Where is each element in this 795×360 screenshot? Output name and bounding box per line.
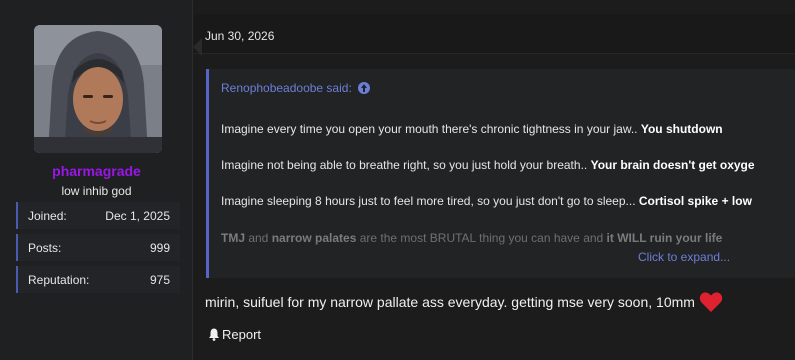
stat-posts: Posts: 999 — [16, 234, 180, 261]
quote-attribution[interactable]: Renophobeadoobe said: — [221, 81, 370, 95]
post-arrow — [193, 38, 202, 56]
stat-label: Posts: — [28, 240, 62, 255]
quote-bold: You shutdown — [640, 122, 723, 136]
stat-label: Joined: — [28, 208, 67, 223]
stat-value: Dec 1, 2025 — [105, 208, 170, 223]
quote-text: Imagine sleeping 8 hours just to feel mo… — [221, 194, 639, 208]
stat-value: 975 — [149, 272, 170, 287]
stat-reputation: Reputation: 975 — [16, 266, 180, 293]
report-label: Report — [222, 327, 262, 342]
avatar-image — [34, 25, 162, 153]
quote-line: Imagine not being able to breathe right,… — [221, 158, 755, 172]
quote-author: Renophobeadoobe said: — [221, 81, 352, 95]
post-date[interactable]: Jun 30, 2026 — [205, 29, 274, 43]
quote-line: Imagine sleeping 8 hours just to feel mo… — [221, 194, 752, 208]
quote-text: Imagine not being able to breathe right,… — [221, 158, 591, 172]
quote-line: Imagine every time you open your mouth t… — [221, 122, 723, 136]
user-title: low inhib god — [61, 184, 132, 198]
stat-value: 999 — [149, 240, 170, 255]
quote-text: Imagine every time you open your mouth t… — [221, 122, 641, 136]
quote-line: TMJ and narrow palates are the most BRUT… — [221, 231, 722, 245]
post-message: mirin, suifuel for my narrow pallate ass… — [205, 291, 723, 313]
expand-quote-link[interactable]: Click to expand... — [638, 250, 730, 264]
quote-bold: Your brain doesn't get oxyge — [590, 158, 755, 172]
message-text: mirin, suifuel for my narrow pallate ass… — [205, 294, 695, 310]
post-header: Jun 30, 2026 — [194, 14, 795, 54]
stat-joined: Joined: Dec 1, 2025 — [16, 202, 180, 229]
quote-bold: it WILL ruin your life — [606, 231, 723, 245]
red-heart-icon — [699, 292, 723, 312]
quote-bold: narrow palates — [271, 231, 357, 245]
report-button[interactable]: Report — [208, 327, 261, 342]
bell-icon — [209, 328, 219, 341]
quote-text: and — [245, 231, 272, 245]
username[interactable]: pharmagrade — [0, 163, 193, 179]
quote-bold: Cortisol spike + low — [638, 194, 752, 208]
quote-bold: TMJ — [221, 231, 245, 245]
user-info-panel: pharmagrade low inhib god Joined: Dec 1,… — [0, 0, 193, 360]
quote-text: are the most BRUTAL thing you can have a… — [356, 231, 607, 245]
arrow-up-circle-icon[interactable] — [357, 82, 370, 94]
forum-post: pharmagrade low inhib god Joined: Dec 1,… — [0, 0, 795, 360]
stat-label: Reputation: — [28, 272, 90, 287]
quote-block: Renophobeadoobe said: Imagine every time… — [206, 69, 795, 278]
post-main: Jun 30, 2026 Renophobeadoobe said: Imagi… — [193, 0, 795, 360]
avatar[interactable] — [34, 25, 162, 153]
